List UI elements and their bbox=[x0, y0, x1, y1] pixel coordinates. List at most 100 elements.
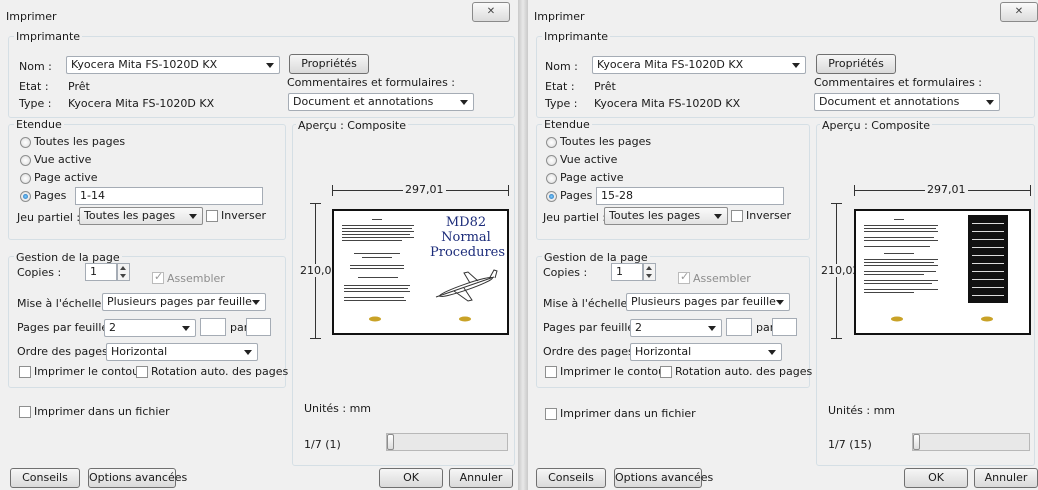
print-to-file-label: Imprimer dans un fichier bbox=[34, 405, 170, 418]
copies-input[interactable]: 1 bbox=[85, 263, 117, 281]
pages-input[interactable]: 1-14 bbox=[75, 187, 263, 205]
units-label: Unités : mm bbox=[304, 402, 372, 415]
properties-button[interactable]: Propriétés bbox=[816, 54, 896, 74]
chevron-down-icon bbox=[986, 100, 994, 105]
chevron-down-icon bbox=[768, 350, 776, 355]
type-label: Type : bbox=[545, 97, 578, 110]
width-dimension-tick-left bbox=[332, 185, 333, 196]
tips-button[interactable]: Conseils bbox=[10, 468, 80, 488]
comments-value: Document et annotations bbox=[293, 95, 434, 108]
page-order-label: Ordre des pages : bbox=[543, 345, 641, 358]
advanced-options-button[interactable]: Options avancées bbox=[614, 468, 713, 488]
pages-per-sheet-cols-input[interactable] bbox=[200, 318, 226, 336]
pages-label: Pages bbox=[560, 189, 593, 202]
pages-per-sheet-value: 2 bbox=[635, 321, 642, 334]
chevron-down-icon bbox=[182, 326, 190, 331]
print-border-label: Imprimer le contou bbox=[560, 365, 666, 378]
ok-button[interactable]: OK bbox=[904, 468, 968, 488]
print-border-checkbox[interactable] bbox=[19, 366, 31, 378]
preview-page-slider[interactable] bbox=[386, 433, 508, 451]
reverse-checkbox[interactable] bbox=[731, 210, 743, 222]
scaling-value: Plusieurs pages par feuille bbox=[107, 295, 252, 308]
pages-per-sheet-label: Pages par feuille : bbox=[17, 321, 116, 334]
width-dimension-tick-right bbox=[1030, 185, 1031, 196]
all-pages-radio[interactable] bbox=[546, 137, 557, 148]
cancel-button[interactable]: Annuler bbox=[974, 468, 1038, 488]
page-indicator: 1/7 (15) bbox=[828, 438, 872, 451]
pages-per-sheet-cols-input[interactable] bbox=[726, 318, 752, 336]
page-order-select[interactable]: Horizontal bbox=[630, 343, 782, 361]
comments-value: Document et annotations bbox=[819, 95, 960, 108]
copies-input[interactable]: 1 bbox=[611, 263, 643, 281]
printer-name-select[interactable]: Kyocera Mita FS-1020D KX bbox=[66, 56, 280, 74]
pages-label: Pages bbox=[34, 189, 67, 202]
chevron-down-icon bbox=[460, 100, 468, 105]
collate-checkbox[interactable] bbox=[678, 270, 690, 284]
comments-select[interactable]: Document et annotations bbox=[288, 93, 474, 111]
subset-value: Toutes les pages bbox=[609, 209, 701, 222]
current-page-radio[interactable] bbox=[20, 173, 31, 184]
comments-select[interactable]: Document et annotations bbox=[814, 93, 1000, 111]
print-to-file-checkbox[interactable] bbox=[19, 406, 31, 418]
state-label: Etat : bbox=[19, 80, 49, 93]
properties-button[interactable]: Propriétés bbox=[289, 54, 369, 74]
window-divider bbox=[518, 0, 528, 490]
cancel-button[interactable]: Annuler bbox=[449, 468, 513, 488]
copies-stepper[interactable] bbox=[117, 263, 130, 281]
dialog-title: Imprimer bbox=[6, 10, 57, 23]
pages-per-sheet-rows-input[interactable] bbox=[772, 318, 797, 336]
current-page-radio[interactable] bbox=[546, 173, 557, 184]
pages-radio[interactable] bbox=[20, 191, 31, 202]
scaling-select[interactable]: Plusieurs pages par feuille bbox=[626, 293, 790, 311]
auto-rotate-checkbox[interactable] bbox=[660, 366, 672, 378]
preview-page-table bbox=[968, 215, 1008, 303]
page-order-select[interactable]: Horizontal bbox=[106, 343, 258, 361]
page-indicator: 1/7 (1) bbox=[304, 438, 341, 451]
copies-label: Copies : bbox=[543, 266, 588, 279]
preview-page-slider-thumb[interactable] bbox=[387, 434, 394, 450]
advanced-options-button[interactable]: Options avancées bbox=[88, 468, 187, 488]
height-dimension-tick-bottom bbox=[831, 338, 842, 339]
preview-title-line-3: Procedures bbox=[430, 245, 506, 260]
print-border-checkbox[interactable] bbox=[545, 366, 557, 378]
ok-button[interactable]: OK bbox=[379, 468, 443, 488]
copies-stepper[interactable] bbox=[643, 263, 656, 281]
preview-title-line-1: MD82 bbox=[445, 215, 487, 230]
pages-input[interactable]: 15-28 bbox=[596, 187, 784, 205]
preview-page-title: MD82 Normal Procedures bbox=[430, 215, 506, 260]
print-dialog-left: Imprimer ✕ Imprimante Nom : Kyocera Mita… bbox=[0, 0, 518, 490]
preview-page-slider[interactable] bbox=[912, 433, 1030, 451]
pages-per-sheet-select[interactable]: 2 bbox=[630, 319, 722, 337]
scaling-select[interactable]: Plusieurs pages par feuille bbox=[102, 293, 266, 311]
current-view-radio[interactable] bbox=[20, 155, 31, 166]
tips-button[interactable]: Conseils bbox=[536, 468, 606, 488]
scaling-value: Plusieurs pages par feuille bbox=[631, 295, 776, 308]
subset-select[interactable]: Toutes les pages bbox=[79, 207, 203, 225]
page-order-label: Ordre des pages : bbox=[17, 345, 115, 358]
reverse-label: Inverser bbox=[221, 209, 267, 222]
logo-icon bbox=[891, 316, 903, 322]
reverse-checkbox[interactable] bbox=[206, 210, 218, 222]
subset-value: Toutes les pages bbox=[84, 209, 176, 222]
close-icon[interactable]: ✕ bbox=[472, 2, 510, 22]
auto-rotate-checkbox[interactable] bbox=[136, 366, 148, 378]
pages-per-sheet-select[interactable]: 2 bbox=[104, 319, 196, 337]
height-dimension-tick-top bbox=[831, 203, 842, 204]
subset-select[interactable]: Toutes les pages bbox=[604, 207, 728, 225]
chevron-down-icon bbox=[189, 214, 197, 219]
units-label: Unités : mm bbox=[828, 404, 896, 417]
collate-checkbox[interactable] bbox=[152, 270, 164, 284]
scaling-label: Mise à l'échelle : bbox=[17, 297, 109, 310]
all-pages-radio[interactable] bbox=[20, 137, 31, 148]
print-to-file-checkbox[interactable] bbox=[545, 408, 557, 420]
close-icon[interactable]: ✕ bbox=[1000, 2, 1038, 22]
current-view-radio[interactable] bbox=[546, 155, 557, 166]
logo-icon bbox=[981, 316, 993, 322]
pages-per-sheet-rows-input[interactable] bbox=[246, 318, 271, 336]
pages-radio[interactable] bbox=[546, 191, 557, 202]
all-pages-label: Toutes les pages bbox=[34, 135, 126, 148]
type-value: Kyocera Mita FS-1020D KX bbox=[68, 97, 215, 110]
all-pages-label: Toutes les pages bbox=[560, 135, 652, 148]
preview-page-slider-thumb[interactable] bbox=[913, 434, 920, 450]
printer-name-select[interactable]: Kyocera Mita FS-1020D KX bbox=[592, 56, 806, 74]
